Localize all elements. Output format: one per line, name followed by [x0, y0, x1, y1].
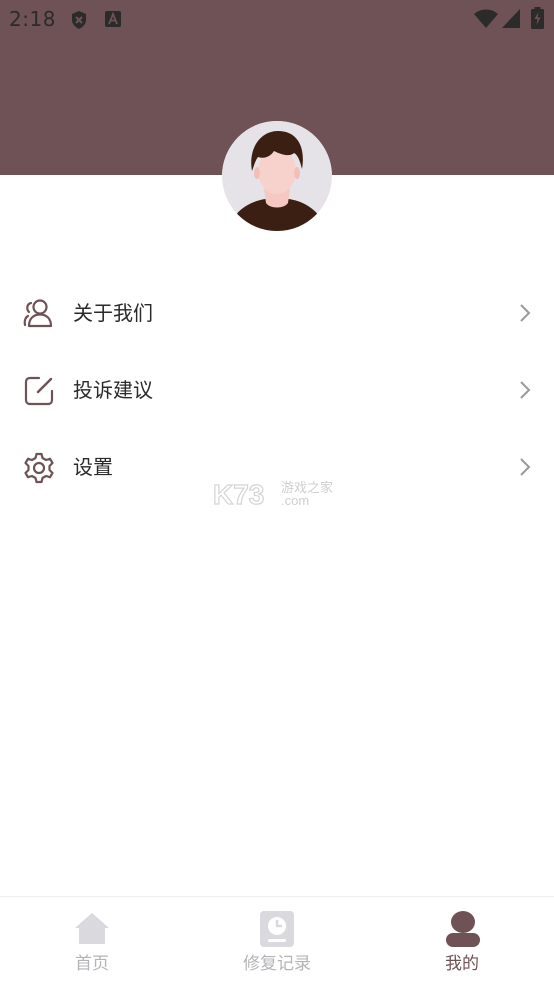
- gear-icon: [24, 452, 54, 484]
- battery-charging-icon: [531, 7, 544, 29]
- menu-item-feedback[interactable]: 投诉建议: [0, 352, 554, 429]
- avatar[interactable]: [222, 121, 332, 231]
- status-bar: 2:18: [0, 0, 554, 38]
- tab-label: 修复记录: [243, 954, 311, 974]
- user-avatar-icon: [222, 121, 332, 231]
- bottom-tab-bar: 首页 修复记录 我的: [0, 896, 554, 985]
- tab-home[interactable]: 首页: [12, 897, 172, 985]
- wifi-icon: [474, 9, 498, 28]
- chevron-right-icon: [520, 304, 531, 322]
- watermark-brand: K73: [213, 479, 264, 510]
- tab-mine[interactable]: 我的: [382, 897, 542, 985]
- tab-repair-records[interactable]: 修复记录: [197, 897, 357, 985]
- k73-watermark: K73 游戏之家 .com: [213, 478, 333, 510]
- menu-list: 关于我们 投诉建议 设置: [0, 275, 554, 506]
- watermark-domain: .com: [281, 493, 309, 508]
- tab-label: 我的: [445, 954, 479, 974]
- profile-icon: [446, 911, 480, 947]
- chevron-right-icon: [520, 458, 531, 476]
- menu-item-about-us[interactable]: 关于我们: [0, 275, 554, 352]
- home-icon: [75, 913, 109, 944]
- font-a-icon: [105, 11, 121, 27]
- shield-x-icon: [72, 11, 86, 29]
- signal-icon: [502, 9, 520, 28]
- tab-label: 首页: [75, 954, 109, 974]
- menu-item-label: 设置: [73, 455, 113, 479]
- edit-icon: [24, 376, 54, 406]
- menu-item-label: 关于我们: [73, 301, 153, 325]
- users-icon: [23, 299, 53, 328]
- chevron-right-icon: [520, 381, 531, 399]
- status-time: 2:18: [9, 7, 56, 31]
- menu-item-label: 投诉建议: [73, 378, 153, 402]
- clock-record-icon: [260, 911, 294, 947]
